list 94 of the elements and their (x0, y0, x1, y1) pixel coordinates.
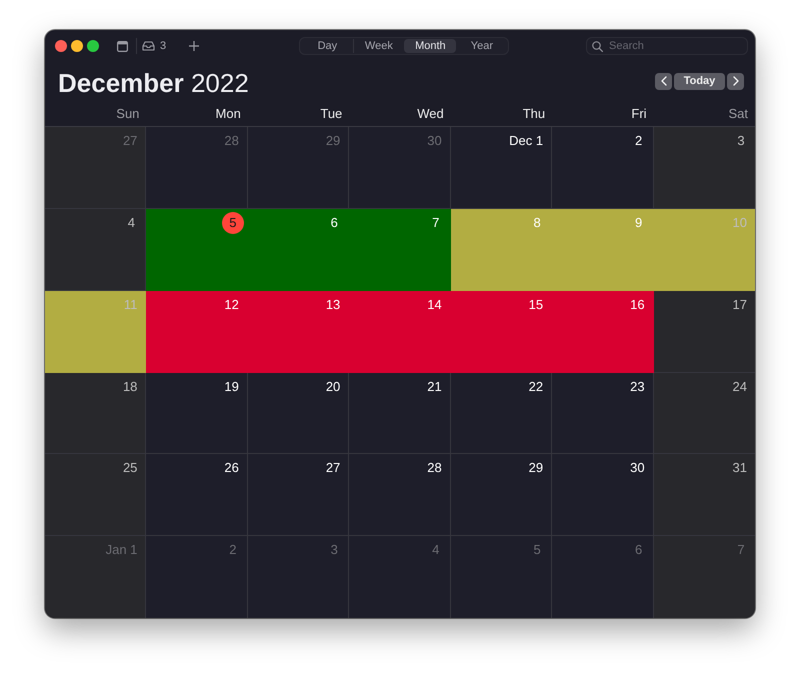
day-cell[interactable]: 2 (552, 127, 654, 209)
chevron-left-icon (660, 76, 666, 86)
day-cell[interactable]: 16 (552, 290, 654, 372)
inbox-button[interactable]: 3 (142, 40, 166, 52)
day-number: 31 (732, 459, 748, 478)
day-cell[interactable]: 21 (349, 372, 451, 454)
day-cell[interactable]: 26 (146, 454, 248, 536)
view-tab[interactable]: Day (301, 39, 353, 53)
day-number: 16 (629, 296, 646, 314)
day-number: 5 (222, 212, 244, 234)
weekday-label: Wed (417, 106, 444, 120)
inbox-icon (142, 41, 155, 51)
day-number: 15 (528, 296, 544, 314)
weekday-label: Fri (631, 106, 647, 120)
day-cell[interactable]: 15 (450, 290, 552, 372)
day-cell[interactable]: 13 (248, 290, 350, 372)
month-title: December 2022 (58, 67, 249, 98)
day-number: 4 (431, 541, 440, 560)
weekday-label: Mon (216, 106, 241, 120)
day-number: Jan 1 (104, 541, 138, 560)
day-cell[interactable]: 5 (146, 208, 248, 291)
day-number: 6 (330, 214, 339, 232)
chevron-right-icon (732, 76, 738, 86)
day-number: 18 (122, 378, 138, 396)
day-number: 6 (634, 541, 644, 560)
close-button[interactable] (55, 40, 67, 52)
day-number: 28 (223, 132, 240, 150)
day-number: 9 (634, 214, 644, 232)
search-field[interactable]: Search (586, 37, 748, 55)
day-number: 30 (426, 132, 443, 150)
day-cell[interactable]: 22 (450, 372, 552, 454)
weekday-label: Tue (320, 106, 342, 120)
day-number: 2 (228, 541, 238, 560)
calendar-icon[interactable] (117, 40, 128, 52)
day-cell[interactable]: 23 (552, 372, 654, 454)
add-icon[interactable] (189, 41, 200, 51)
day-number: 24 (732, 378, 748, 396)
view-tab[interactable]: Month (404, 39, 456, 53)
day-cell[interactable]: 18 (45, 372, 146, 454)
day-cell[interactable]: 19 (146, 372, 248, 454)
day-cell[interactable]: 24 (654, 372, 755, 454)
day-number: 7 (736, 541, 746, 560)
day-number: 29 (528, 459, 544, 478)
weekday-label: Sun (116, 106, 140, 120)
day-number: 26 (223, 459, 240, 478)
day-cell[interactable]: 20 (248, 372, 350, 454)
next-month-button[interactable] (727, 72, 744, 90)
day-cell[interactable]: 25 (45, 454, 146, 536)
day-cell[interactable]: Dec 1 (450, 127, 552, 209)
today-button[interactable]: Today (674, 72, 725, 90)
day-number: 27 (324, 459, 342, 478)
day-number: 12 (223, 296, 240, 314)
day-cell[interactable]: 12 (146, 290, 248, 372)
zoom-button[interactable] (87, 40, 99, 52)
day-cell[interactable]: 17 (654, 290, 755, 372)
search-icon (592, 41, 603, 52)
day-cell[interactable]: 7 (349, 208, 451, 291)
day-cell[interactable]: 27 (248, 454, 350, 536)
day-number: 10 (732, 214, 748, 232)
day-number: 23 (629, 378, 646, 396)
view-tab[interactable]: Year (456, 39, 508, 53)
day-cell[interactable]: 29 (450, 454, 552, 536)
day-number: 30 (629, 459, 646, 478)
day-number: 3 (736, 132, 746, 150)
day-number: 28 (426, 459, 443, 478)
day-cell[interactable]: 6 (248, 208, 350, 291)
day-number: 19 (223, 378, 240, 396)
weekday-label: Thu (522, 106, 546, 120)
day-cell[interactable]: 28 (349, 454, 451, 536)
day-number: 5 (532, 541, 542, 560)
day-cell[interactable]: 4 (45, 208, 146, 291)
day-number: 14 (426, 296, 443, 314)
day-number: 11 (122, 296, 138, 314)
day-number: 29 (324, 132, 342, 150)
day-number: 22 (528, 378, 544, 396)
day-number: Dec 1 (508, 132, 544, 150)
previous-month-button[interactable] (655, 72, 672, 90)
day-number: 13 (324, 296, 342, 314)
day-number: 27 (122, 132, 138, 150)
minimize-button[interactable] (71, 40, 83, 52)
day-cell[interactable]: 30 (552, 454, 654, 536)
day-number: 20 (324, 378, 342, 396)
day-number: 2 (634, 132, 644, 150)
weekday-label: Sat (728, 106, 748, 120)
day-cell[interactable]: 14 (349, 290, 451, 372)
day-number: 21 (426, 378, 443, 396)
day-number: 7 (431, 214, 440, 232)
day-cell[interactable]: 3 (654, 127, 755, 209)
day-cell[interactable]: 31 (654, 454, 755, 536)
day-number: 25 (122, 459, 138, 478)
day-number: 17 (732, 296, 748, 314)
day-number: 8 (532, 214, 542, 232)
day-number: 4 (126, 214, 136, 232)
day-number: 3 (330, 541, 339, 560)
